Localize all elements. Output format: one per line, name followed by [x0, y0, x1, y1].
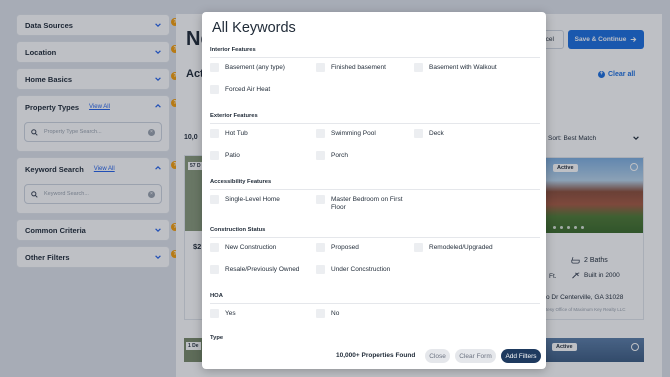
section-construction: Construction Status New Construction Pro…	[210, 227, 540, 274]
option-label: Proposed	[331, 244, 359, 251]
divider	[210, 237, 540, 238]
checkbox-option[interactable]: Resale/Previously Owned	[210, 265, 299, 274]
option-label: Single-Level Home	[225, 196, 280, 203]
modal-title: All Keywords	[212, 20, 296, 36]
section-type: Type	[210, 335, 540, 341]
section-title: HOA	[210, 293, 223, 299]
clear-form-button[interactable]: Clear Form	[455, 349, 496, 363]
checkbox-option[interactable]: Patio	[210, 151, 240, 160]
checkbox-option[interactable]: Yes	[210, 309, 236, 318]
checkbox-option[interactable]: Remodeled/Upgraded	[414, 243, 493, 252]
checkbox-option[interactable]: Hot Tub	[210, 129, 248, 138]
checkbox[interactable]	[210, 195, 219, 204]
option-label: Resale/Previously Owned	[225, 266, 300, 273]
checkbox[interactable]	[210, 243, 219, 252]
section-title: Exterior Features	[210, 113, 258, 119]
section-title: Interior Features	[210, 47, 256, 53]
option-label: Basement with Walkout	[429, 64, 497, 71]
checkbox[interactable]	[316, 243, 325, 252]
option-label: Master Bedroom on First Floor	[331, 196, 403, 211]
checkbox[interactable]	[316, 129, 325, 138]
properties-found-count: 10,000+ Properties Found	[336, 352, 416, 359]
checkbox-option[interactable]: No	[316, 309, 339, 318]
checkbox-option[interactable]: Basement with Walkout	[414, 63, 497, 72]
checkbox[interactable]	[316, 63, 325, 72]
section-title: Type	[210, 335, 224, 341]
checkbox[interactable]	[316, 151, 325, 160]
checkbox[interactable]	[414, 63, 423, 72]
option-label: Hot Tub	[225, 130, 248, 137]
modal-body[interactable]: Interior Features Basement (any type) Fi…	[202, 47, 546, 344]
option-label: Under Concstruction	[331, 266, 391, 273]
divider	[210, 189, 540, 190]
checkbox[interactable]	[210, 265, 219, 274]
option-label: Finished basement	[331, 64, 386, 71]
option-label: Basement (any type)	[225, 64, 285, 71]
divider	[210, 303, 540, 304]
checkbox[interactable]	[210, 129, 219, 138]
checkbox[interactable]	[210, 85, 219, 94]
checkbox[interactable]	[316, 309, 325, 318]
divider	[210, 123, 540, 124]
option-label: Forced Air Heat	[225, 86, 271, 93]
section-accessibility: Accessibility Features Single-Level Home…	[210, 179, 540, 211]
checkbox-option[interactable]: Master Bedroom on First Floor	[316, 195, 412, 212]
all-keywords-modal: All Keywords Interior Features Basement …	[202, 12, 546, 369]
modal-footer: 10,000+ Properties Found Close Clear For…	[202, 344, 546, 369]
divider	[210, 57, 540, 58]
checkbox[interactable]	[210, 309, 219, 318]
checkbox-option[interactable]: Porch	[316, 151, 348, 160]
checkbox-option[interactable]: Proposed	[316, 243, 359, 252]
section-title: Construction Status	[210, 227, 266, 233]
checkbox-option[interactable]: Forced Air Heat	[210, 85, 270, 94]
section-interior: Interior Features Basement (any type) Fi…	[210, 47, 540, 94]
checkbox-option[interactable]: New Construction	[210, 243, 276, 252]
close-button[interactable]: Close	[425, 349, 450, 363]
option-label: Patio	[225, 152, 240, 159]
option-label: Deck	[429, 130, 444, 137]
option-label: New Construction	[225, 244, 277, 251]
option-label: Yes	[225, 310, 236, 317]
checkbox-option[interactable]: Single-Level Home	[210, 195, 280, 204]
checkbox-option[interactable]: Swimming Pool	[316, 129, 376, 138]
section-title: Accessibility Features	[210, 179, 272, 185]
checkbox-option[interactable]: Finished basement	[316, 63, 386, 72]
checkbox[interactable]	[414, 129, 423, 138]
checkbox[interactable]	[414, 243, 423, 252]
section-hoa: HOA Yes No	[210, 293, 540, 318]
section-exterior: Exterior Features Hot Tub Swimming Pool …	[210, 113, 540, 160]
option-label: Swimming Pool	[331, 130, 376, 137]
option-label: Remodeled/Upgraded	[429, 244, 493, 251]
option-label: Porch	[331, 152, 348, 159]
checkbox[interactable]	[210, 151, 219, 160]
checkbox[interactable]	[316, 195, 325, 204]
checkbox-option[interactable]: Under Concstruction	[316, 265, 390, 274]
checkbox-option[interactable]: Deck	[414, 129, 444, 138]
checkbox-option[interactable]: Basement (any type)	[210, 63, 285, 72]
checkbox[interactable]	[210, 63, 219, 72]
checkbox[interactable]	[316, 265, 325, 274]
add-filters-button[interactable]: Add Filters	[501, 349, 541, 363]
option-label: No	[331, 310, 340, 317]
